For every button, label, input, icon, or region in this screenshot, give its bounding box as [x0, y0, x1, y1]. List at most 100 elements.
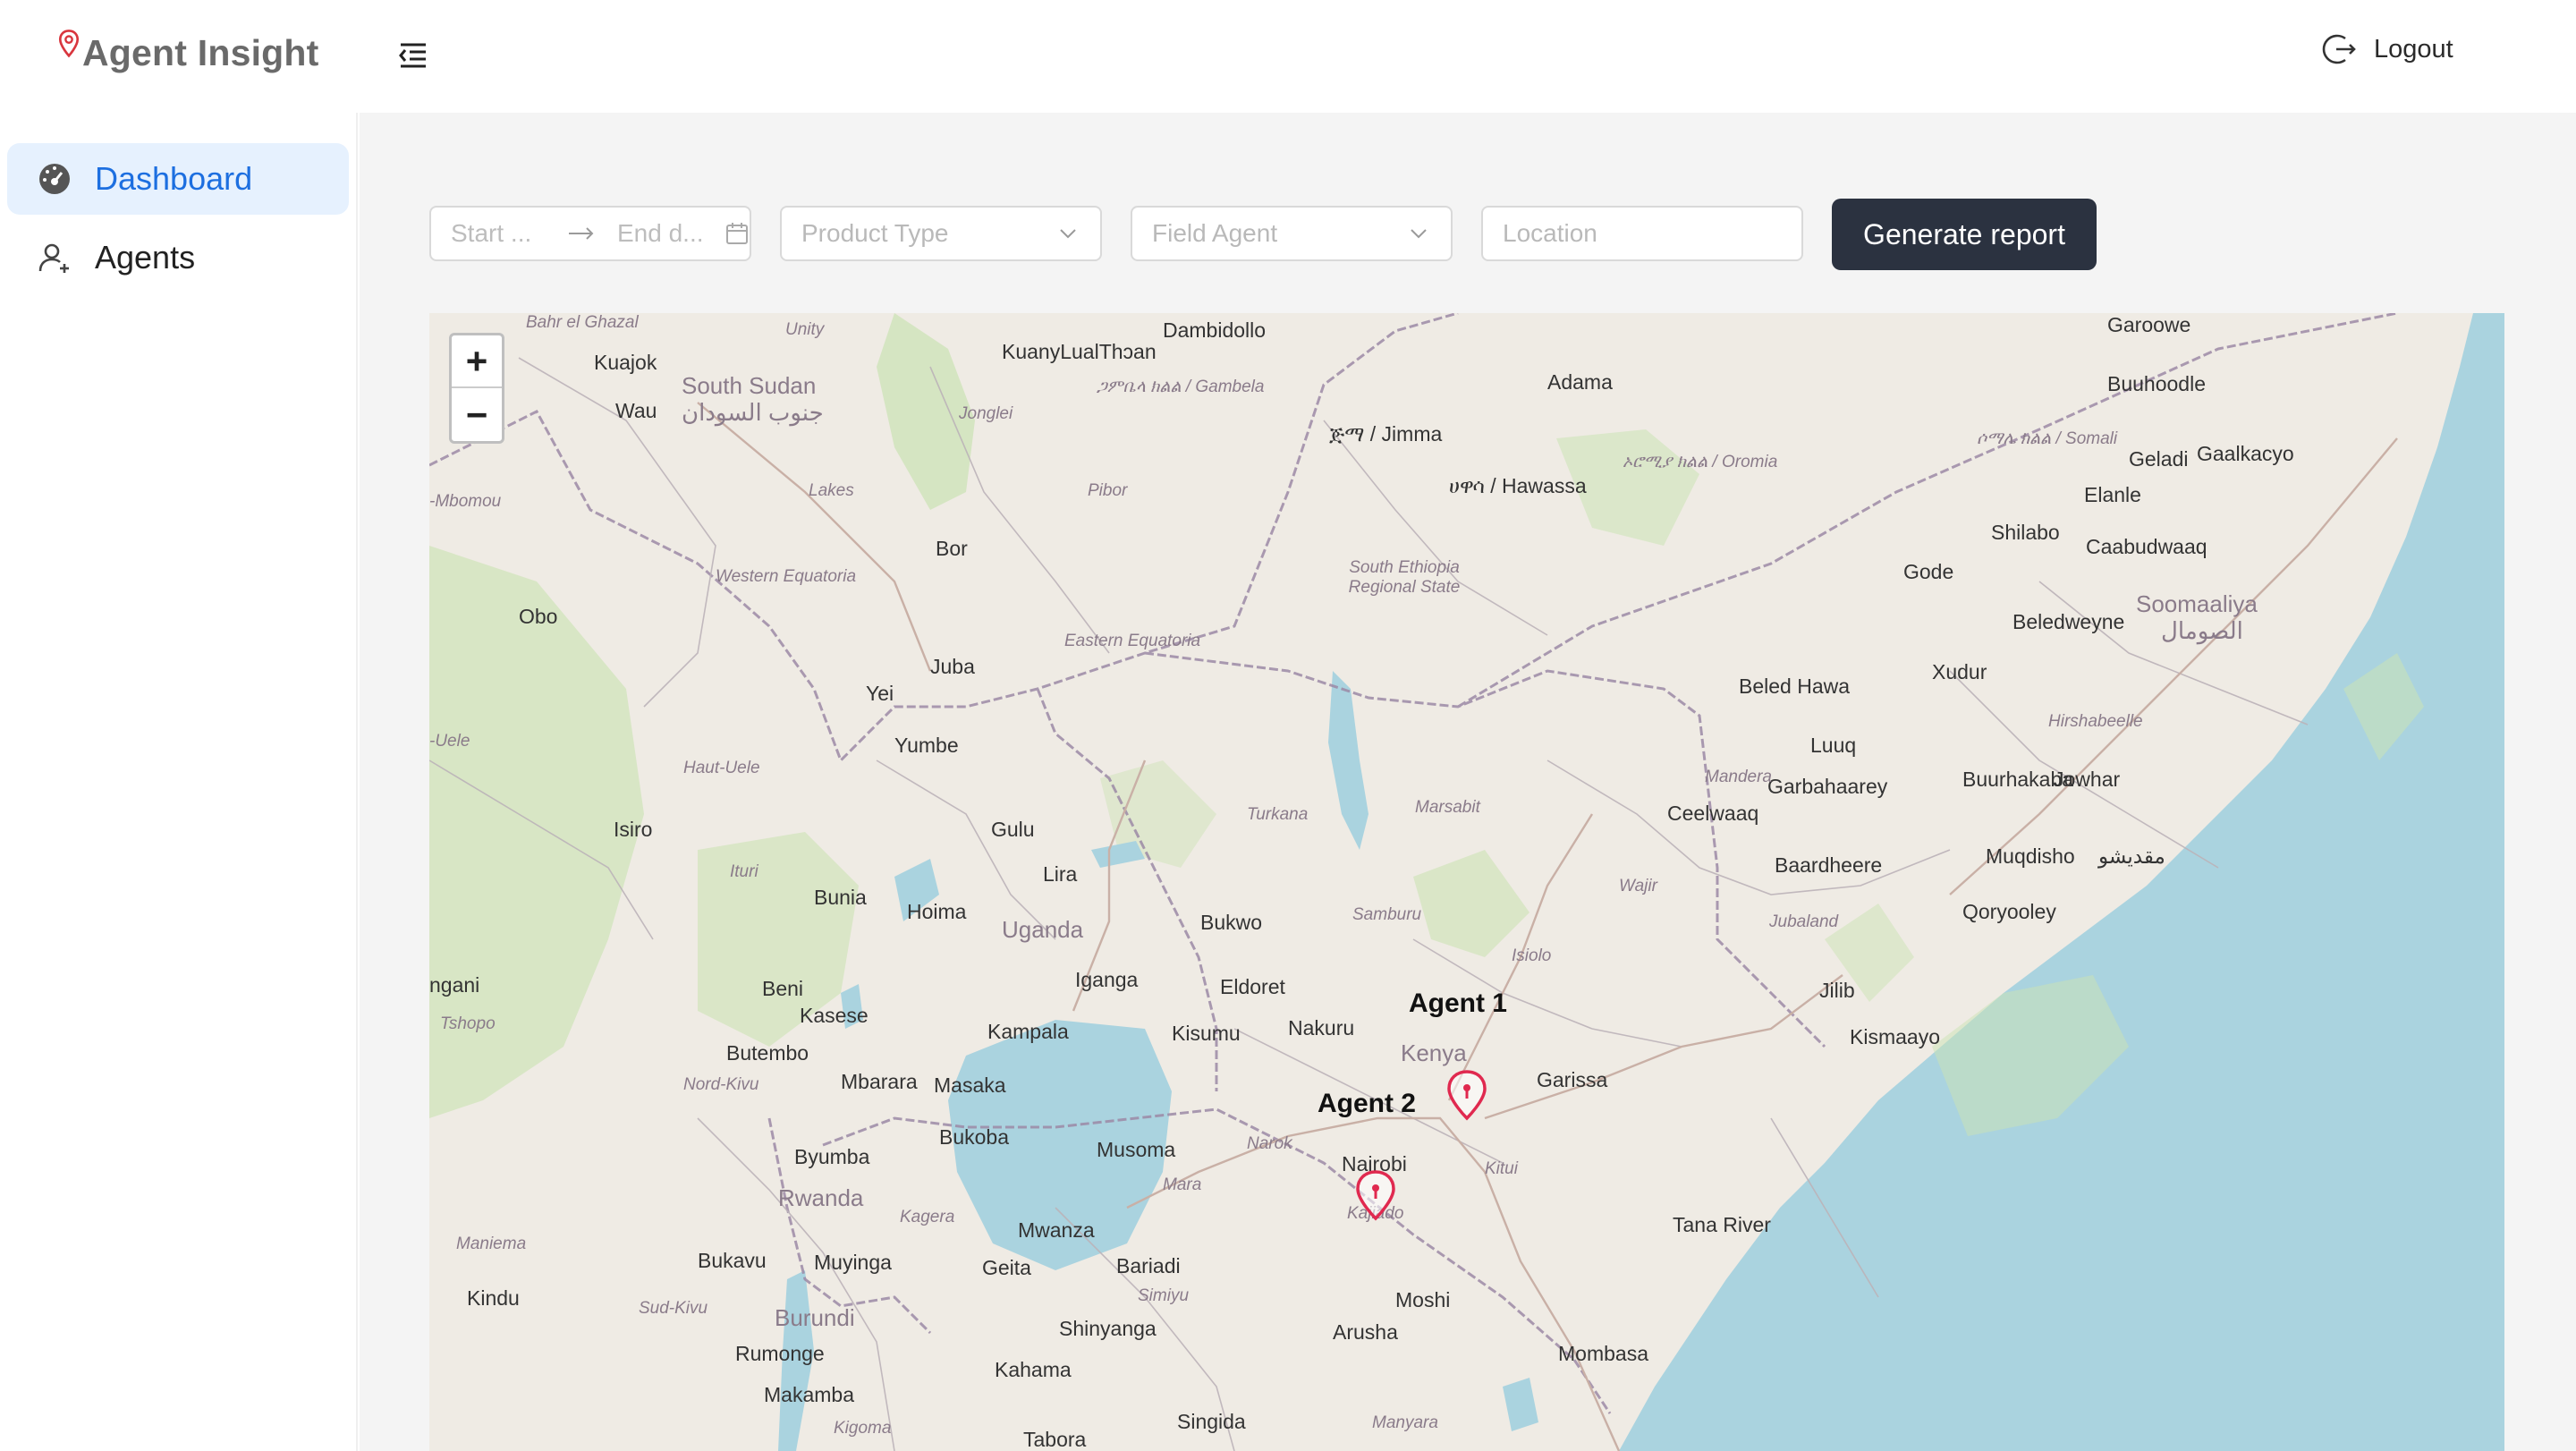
map-label-garoowe: Garoowe: [2107, 313, 2191, 336]
sidebar-item-dashboard[interactable]: Dashboard: [7, 143, 349, 215]
map-label-obo: Obo: [519, 605, 558, 628]
map-label-singida: Singida: [1177, 1410, 1246, 1433]
map-label-kismaayo: Kismaayo: [1850, 1025, 1940, 1048]
map-label-kenya: Kenya: [1401, 1039, 1467, 1066]
map-label-ituri: Ituri: [730, 862, 758, 881]
map-label-kindu: Kindu: [467, 1286, 520, 1310]
location-pin-icon: [58, 30, 80, 58]
map-label-gambela: ጋምቤላ ክልል / Gambela: [1097, 378, 1265, 396]
map-label-byumba: Byumba: [794, 1145, 870, 1168]
map-label-bor: Bor: [936, 537, 968, 560]
map-label-lira: Lira: [1043, 862, 1078, 886]
marker-label-agent-2: Agent 2: [1317, 1089, 1416, 1118]
map-label-jubaland: Jubaland: [1769, 912, 1839, 931]
map-label-yei: Yei: [866, 682, 894, 705]
map-label-jimma: ጅማ / Jimma: [1329, 422, 1443, 445]
map-label-manyara: Manyara: [1372, 1413, 1438, 1432]
brand[interactable]: Agent Insight: [55, 27, 319, 79]
date-start-input[interactable]: Start ...: [451, 219, 556, 248]
map-label-ceelwaaq: Ceelwaaq: [1667, 802, 1759, 825]
map-label-hoima: Hoima: [907, 900, 967, 923]
agents-icon: [38, 243, 69, 273]
map-label-mwanza: Mwanza: [1018, 1218, 1095, 1242]
field-agent-placeholder: Field Agent: [1152, 219, 1278, 247]
sidebar-item-agents[interactable]: Agents: [7, 222, 349, 293]
map-label-shilabo: Shilabo: [1991, 521, 2060, 544]
product-type-placeholder: Product Type: [801, 219, 949, 247]
calendar-icon: [726, 223, 748, 244]
map-label-bukwo: Bukwo: [1200, 911, 1263, 934]
map-label-juba: Juba: [930, 655, 975, 678]
map-label-kasese: Kasese: [800, 1004, 869, 1027]
map-label-isiro: Isiro: [614, 818, 653, 841]
zoom-out-button[interactable]: −: [452, 388, 502, 441]
generate-report-button[interactable]: Generate report: [1832, 199, 2097, 270]
date-range-picker[interactable]: Start ... End d...: [429, 206, 751, 261]
chevron-down-icon: [1411, 229, 1427, 239]
map-label-bukavu: Bukavu: [698, 1249, 767, 1272]
location-input[interactable]: [1481, 206, 1803, 261]
map-label-mandera: Mandera: [1705, 768, 1772, 786]
map-label-gulu: Gulu: [991, 818, 1035, 841]
sidebar-item-label: Agents: [95, 239, 196, 276]
map-label-somaaliya-ar: الصومال: [2161, 617, 2243, 644]
map-label-luuq: Luuq: [1810, 734, 1857, 757]
map-label-eldoret: Eldoret: [1220, 975, 1285, 998]
zoom-control: + −: [449, 333, 504, 444]
map-label-bahr-el-ghazal: Bahr el Ghazal: [526, 313, 639, 332]
map-pin-icon[interactable]: [1442, 1068, 1492, 1122]
map-label-samburu: Samburu: [1352, 905, 1422, 924]
main-content: Start ... End d... Product Type Field Ag…: [360, 113, 2576, 1451]
date-end-input[interactable]: End d...: [617, 219, 721, 248]
app-title: Agent Insight: [82, 32, 319, 73]
map-label-wajir: Wajir: [1619, 877, 1657, 895]
map-label-kuajok: Kuajok: [594, 351, 657, 374]
map-label-yumbe: Yumbe: [894, 734, 959, 757]
map-label-muqdisho-ar: مقديشو: [2098, 844, 2165, 868]
map-label-south-ethiopia: South Ethiopia Regional State: [1348, 558, 1461, 597]
map-pin-icon[interactable]: [1351, 1168, 1401, 1222]
map-label-mbarara: Mbarara: [841, 1070, 918, 1093]
chevron-down-icon: [1060, 229, 1076, 239]
map-label-galkacyo: Gaalkacyo: [2197, 442, 2294, 465]
map-label-rumonge: Rumonge: [735, 1342, 825, 1365]
field-agent-select[interactable]: Field Agent: [1131, 206, 1453, 261]
map-label-muqdisho: Muqdisho: [1986, 844, 2075, 868]
marker-label-agent-1: Agent 1: [1408, 989, 1507, 1018]
map[interactable]: South Sudan جنوب السودان Uganda Kenya Rw…: [429, 313, 2504, 1451]
logout-button[interactable]: Logout: [2322, 30, 2453, 68]
map-label-tana-river: Tana River: [1673, 1213, 1771, 1236]
map-label-baardheere: Baardheere: [1775, 853, 1883, 877]
menu-fold-icon[interactable]: [395, 39, 431, 72]
map-label-oromia: ኦሮሚያ ክልል / Oromia: [1623, 453, 1778, 471]
map-label-bariadi: Bariadi: [1116, 1254, 1181, 1277]
map-label-geita: Geita: [982, 1256, 1031, 1279]
map-label-mbomou: -Mbomou: [429, 492, 502, 511]
map-label-western-equatoria: Western Equatoria: [716, 567, 857, 586]
map-label-uele: -Uele: [429, 732, 470, 751]
map-label-mombasa: Mombasa: [1558, 1342, 1648, 1365]
map-label-beni: Beni: [762, 977, 804, 1000]
map-label-buuhoodle: Buuhoodle: [2107, 372, 2206, 395]
map-label-jilib: Jilib: [1819, 979, 1855, 1002]
map-label-gode: Gode: [1903, 560, 1954, 583]
map-label-moshi: Moshi: [1395, 1288, 1451, 1311]
map-label-isiolo: Isiolo: [1512, 946, 1552, 965]
map-label-kigoma: Kigoma: [834, 1419, 892, 1438]
map-label-makamba: Makamba: [764, 1383, 854, 1406]
zoom-in-button[interactable]: +: [452, 335, 502, 388]
map-label-adama: Adama: [1547, 370, 1613, 394]
map-label-garissa: Garissa: [1537, 1068, 1608, 1091]
sidebar-item-label: Dashboard: [95, 160, 253, 197]
map-label-iganga: Iganga: [1075, 968, 1139, 991]
map-label-bunia: Bunia: [814, 886, 867, 909]
product-type-select[interactable]: Product Type: [780, 206, 1102, 261]
map-label-qoryooley: Qoryooley: [1962, 900, 2056, 923]
map-label-xudur: Xudur: [1932, 660, 1987, 683]
map-label-south-sudan-ar: جنوب السودان: [682, 399, 824, 426]
map-label-maniema: Maniema: [456, 1235, 527, 1253]
map-label-nord-kivu: Nord-Kivu: [683, 1075, 759, 1094]
map-label-jonglei: Jonglei: [959, 404, 1013, 423]
dashboard-icon: [39, 164, 70, 194]
map-label-somali-region: ሶማሌ ክልል / Somali: [1977, 429, 2118, 448]
